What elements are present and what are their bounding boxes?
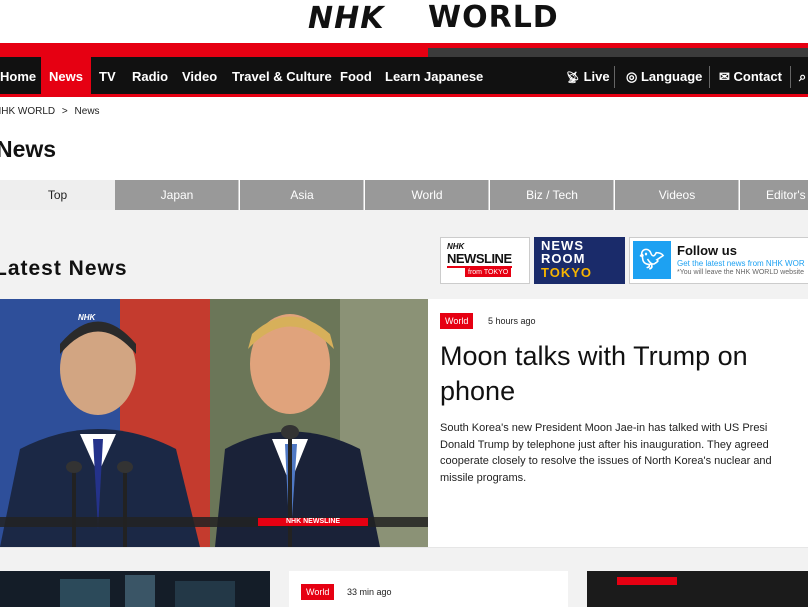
- breadcrumb-current: News: [74, 106, 100, 117]
- twitter-icon: 🐦︎: [633, 241, 671, 279]
- image-watermark: NHK NEWSLINE: [286, 518, 341, 525]
- featured-article[interactable]: World 5 hours ago Moon talks with Trump …: [428, 299, 808, 547]
- site-logo[interactable]: NHK WORLD: [0, 0, 808, 42]
- nav-contact[interactable]: ✉ Contact: [719, 57, 782, 96]
- twitter-banner[interactable]: 🐦︎ Follow us Get the latest news from NH…: [629, 237, 808, 284]
- nav-food[interactable]: Food: [340, 57, 372, 96]
- newsroom-line2: ROOM: [541, 251, 586, 266]
- tab-asia-label: Asia: [290, 188, 314, 202]
- section-title: Latest News: [0, 257, 128, 280]
- newsline-banner[interactable]: NHK NEWSLINE from TOKYO: [440, 237, 530, 284]
- nav-learn-japanese[interactable]: Learn Japanese: [385, 57, 483, 96]
- tab-biz-tech-label: Biz / Tech: [526, 188, 578, 202]
- main-nav: Home News TV Radio Video Travel & Cultur…: [0, 57, 808, 96]
- nav-separator: [790, 66, 791, 88]
- featured-title-line2: phone: [440, 376, 516, 406]
- nav-live[interactable]: 📡︎ Live: [566, 57, 610, 96]
- search-icon[interactable]: ⌕: [799, 57, 806, 96]
- news-card-image[interactable]: [0, 571, 270, 607]
- featured-photo: [0, 299, 428, 547]
- news-card-image[interactable]: [587, 571, 808, 607]
- category-tabs: Top Japan Asia World Biz / Tech Videos E…: [0, 180, 808, 210]
- tab-divider: [613, 180, 614, 210]
- divider: [0, 547, 808, 548]
- page-title: News: [0, 136, 57, 162]
- header-accent-bar: [0, 48, 428, 57]
- tab-divider: [738, 180, 739, 210]
- summary-line: Donald Trump by telephone just after his…: [440, 438, 769, 451]
- nav-news[interactable]: News: [41, 57, 91, 96]
- category-badge[interactable]: World: [440, 313, 474, 329]
- timestamp: 33 min ago: [347, 587, 392, 597]
- breadcrumb-separator: >: [61, 106, 68, 117]
- summary-line: missile programs.: [440, 471, 527, 484]
- newsroom-line3: TOKYO: [541, 265, 592, 280]
- twitter-title: Follow us: [677, 243, 737, 258]
- card-photo: [587, 571, 808, 607]
- tab-editors[interactable]: Editor's: [740, 180, 808, 210]
- tab-japan[interactable]: Japan: [115, 180, 239, 210]
- tab-divider: [363, 180, 364, 210]
- card-photo: [0, 571, 270, 607]
- summary-line: South Korea's new President Moon Jae-in …: [440, 422, 768, 434]
- twitter-line2: *You will leave the NHK WORLD website: [677, 269, 804, 276]
- logo-world: WORLD: [428, 0, 559, 35]
- newsroom-tokyo-banner[interactable]: NEWS ROOM TOKYO: [534, 237, 625, 284]
- news-card[interactable]: World 33 min ago: [289, 571, 568, 607]
- newsline-brand: NHK: [447, 242, 465, 251]
- featured-summary: South Korea's new President Moon Jae-in …: [440, 420, 808, 486]
- nav-live-label: Live: [583, 69, 610, 84]
- nav-video[interactable]: Video: [182, 57, 217, 96]
- tab-divider: [488, 180, 489, 210]
- image-corner-logo: NHK: [78, 313, 96, 322]
- featured-title-line1: Moon talks with Trump on: [440, 341, 748, 371]
- summary-line: cooperate closely to resolve the issues …: [440, 455, 772, 467]
- header-dark-bar: [428, 48, 808, 57]
- featured-image[interactable]: NHK NHK NEWSLINE: [0, 299, 428, 547]
- mail-icon: ✉: [719, 69, 730, 84]
- nav-radio[interactable]: Radio: [132, 57, 168, 96]
- nav-separator: [614, 66, 615, 88]
- nav-accent-line: [0, 94, 808, 97]
- tab-world-label: World: [411, 188, 443, 202]
- tab-top[interactable]: Top: [0, 180, 115, 210]
- logo-nhk: NHK: [308, 1, 385, 36]
- breadcrumb-home[interactable]: NHK WORLD: [0, 106, 55, 117]
- featured-title[interactable]: Moon talks with Trump on phone: [440, 339, 808, 409]
- tab-videos[interactable]: Videos: [615, 180, 739, 210]
- nav-travel-culture[interactable]: Travel & Culture: [232, 57, 332, 96]
- globe-icon: ◎: [626, 69, 638, 84]
- nav-tv[interactable]: TV: [99, 57, 116, 96]
- newsline-name: NEWSLINE: [447, 251, 512, 268]
- twitter-line1: Get the latest news from NHK WOR: [677, 259, 805, 268]
- category-badge[interactable]: World: [301, 584, 335, 600]
- nav-separator: [709, 66, 710, 88]
- nav-language-label: Language: [640, 69, 703, 84]
- nav-language[interactable]: ◎ Language: [626, 57, 702, 96]
- newsline-sub: from TOKYO: [465, 268, 512, 277]
- tab-divider: [238, 180, 239, 210]
- live-icon: 📡︎: [566, 72, 580, 84]
- breadcrumb: NHK WORLD > News: [0, 106, 100, 117]
- nav-home[interactable]: Home: [0, 57, 42, 96]
- tab-japan-label: Japan: [160, 188, 194, 202]
- tab-asia[interactable]: Asia: [240, 180, 364, 210]
- timestamp: 5 hours ago: [488, 316, 536, 326]
- tab-videos-label: Videos: [658, 188, 696, 202]
- nav-contact-label: Contact: [733, 69, 782, 84]
- tab-biz-tech[interactable]: Biz / Tech: [490, 180, 614, 210]
- tab-world[interactable]: World: [365, 180, 489, 210]
